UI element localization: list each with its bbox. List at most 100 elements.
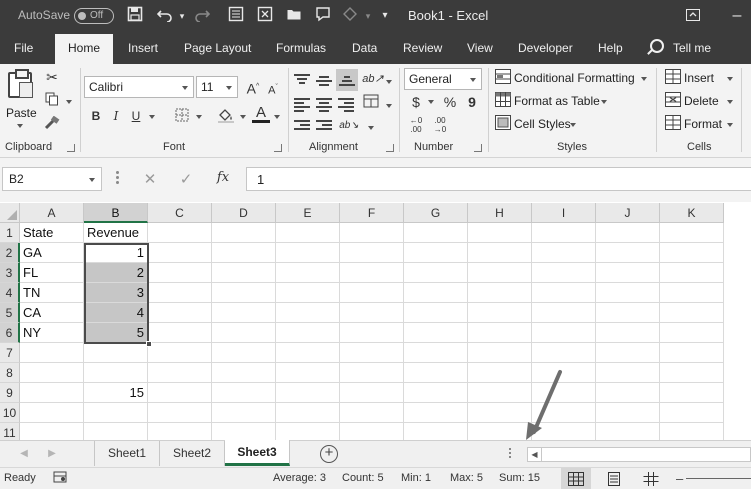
search-icon[interactable] (650, 39, 664, 53)
redo-icon[interactable] (192, 6, 212, 26)
tab-insert[interactable]: Insert (128, 41, 158, 55)
save-icon[interactable] (125, 6, 145, 26)
cell-e6[interactable] (276, 323, 340, 343)
scroll-right-icon[interactable]: ▶ (45, 447, 59, 461)
cell-b11[interactable] (84, 423, 148, 440)
column-header-k[interactable]: K (660, 203, 724, 223)
cell-g1[interactable] (404, 223, 468, 243)
cell-a6[interactable]: NY (20, 323, 84, 343)
currency-button[interactable]: $ (406, 92, 426, 112)
underline-dropdown-icon[interactable] (149, 115, 155, 119)
font-color-icon[interactable]: A (252, 105, 270, 123)
cell-c2[interactable] (148, 243, 212, 263)
cell-a2[interactable]: GA (20, 243, 84, 263)
cell-d7[interactable] (212, 343, 276, 363)
scrollbar-thumb[interactable] (544, 450, 744, 459)
cell-f6[interactable] (340, 323, 404, 343)
row-header-4[interactable]: 4 (0, 283, 20, 303)
scissors-icon[interactable]: ✂ (42, 68, 62, 86)
decrease-indent-icon[interactable] (294, 120, 310, 132)
cell-j9[interactable] (596, 383, 660, 403)
row-header-3[interactable]: 3 (0, 263, 20, 283)
cell-b1[interactable]: Revenue (84, 223, 148, 243)
cell-c6[interactable] (148, 323, 212, 343)
cell-a4[interactable]: TN (20, 283, 84, 303)
orientation-icon[interactable]: ab↗ (362, 70, 384, 88)
cell-g10[interactable] (404, 403, 468, 423)
tab-help[interactable]: Help (598, 41, 623, 55)
cell-j3[interactable] (596, 263, 660, 283)
zoom-out-icon[interactable]: – (676, 471, 683, 486)
cell-f2[interactable] (340, 243, 404, 263)
grow-font-icon[interactable]: A^ (243, 77, 263, 97)
worksheet-grid[interactable]: ABCDEFGHIJK 1 State Revenue 2 GA 1 3 FL 2 4 TN 3 5 CA… (0, 203, 751, 440)
row-header-1[interactable]: 1 (0, 223, 20, 243)
form-icon[interactable] (226, 6, 246, 26)
cell-d4[interactable] (212, 283, 276, 303)
cell-j4[interactable] (596, 283, 660, 303)
orientation-dropdown-icon[interactable] (386, 80, 392, 84)
cell-g7[interactable] (404, 343, 468, 363)
cell-g4[interactable] (404, 283, 468, 303)
clipboard-launcher-icon[interactable] (67, 144, 75, 152)
cell-g5[interactable] (404, 303, 468, 323)
cell-e2[interactable] (276, 243, 340, 263)
folder-icon[interactable] (284, 6, 304, 26)
font-color-dropdown-icon[interactable] (274, 115, 280, 119)
cell-f4[interactable] (340, 283, 404, 303)
cell-f7[interactable] (340, 343, 404, 363)
horizontal-scrollbar[interactable]: ◀ (527, 447, 751, 462)
cell-d11[interactable] (212, 423, 276, 440)
row-header-5[interactable]: 5 (0, 303, 20, 323)
cell-a10[interactable] (20, 403, 84, 423)
customize-qat-icon[interactable]: ▾ (375, 6, 395, 26)
column-header-a[interactable]: A (20, 203, 84, 223)
cell-g11[interactable] (404, 423, 468, 440)
tab-home[interactable]: Home (55, 34, 114, 64)
cell-a11[interactable] (20, 423, 84, 440)
insert-function-button[interactable]: fx (212, 170, 234, 190)
cell-k7[interactable] (660, 343, 724, 363)
fill-handle[interactable] (146, 341, 152, 347)
tab-view[interactable]: View (467, 41, 493, 55)
column-header-b[interactable]: B (84, 203, 148, 223)
cell-f11[interactable] (340, 423, 404, 440)
cell-g6[interactable] (404, 323, 468, 343)
borders-dropdown-icon[interactable] (196, 115, 202, 119)
align-left-icon[interactable] (294, 98, 310, 112)
cell-k4[interactable] (660, 283, 724, 303)
tab-review[interactable]: Review (403, 41, 442, 55)
cell-e1[interactable] (276, 223, 340, 243)
column-header-f[interactable]: F (340, 203, 404, 223)
wrap-text-icon[interactable] (362, 94, 380, 112)
cell-a3[interactable]: FL (20, 263, 84, 283)
cell-a7[interactable] (20, 343, 84, 363)
increase-decimal-icon[interactable]: ←0.00 (406, 116, 426, 134)
cell-k1[interactable] (660, 223, 724, 243)
cell-d5[interactable] (212, 303, 276, 323)
font-launcher-icon[interactable] (274, 144, 282, 152)
cell-k8[interactable] (660, 363, 724, 383)
tab-formulas[interactable]: Formulas (276, 41, 326, 55)
bold-button[interactable]: B (86, 106, 106, 126)
bottom-align-button[interactable] (336, 69, 358, 91)
text-direction-icon[interactable]: ab↘ (338, 117, 360, 135)
cell-c9[interactable] (148, 383, 212, 403)
sheet-tab-3[interactable]: Sheet3 (225, 440, 290, 466)
formula-input[interactable]: 1 (246, 167, 751, 191)
merge-dropdown-icon[interactable] (386, 104, 392, 108)
cell-h2[interactable] (468, 243, 532, 263)
tab-developer[interactable]: Developer (518, 41, 573, 55)
tab-data[interactable]: Data (352, 41, 377, 55)
sheet-tab-2[interactable]: Sheet2 (160, 441, 225, 466)
cell-j6[interactable] (596, 323, 660, 343)
cell-k9[interactable] (660, 383, 724, 403)
cell-i7[interactable] (532, 343, 596, 363)
cell-b2[interactable]: 1 (84, 243, 148, 263)
text-direction-dropdown-icon[interactable] (368, 126, 374, 130)
font-size-select[interactable]: 11 (196, 76, 238, 98)
cell-e9[interactable] (276, 383, 340, 403)
cell-h6[interactable] (468, 323, 532, 343)
cell-h3[interactable] (468, 263, 532, 283)
cell-e3[interactable] (276, 263, 340, 283)
